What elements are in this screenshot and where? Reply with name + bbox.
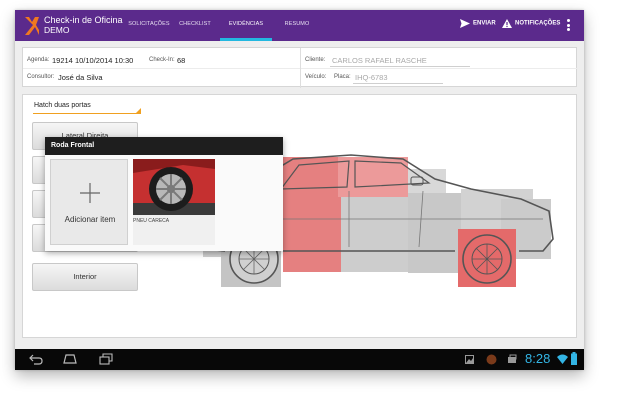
system-nav-bar: 8:28 <box>15 349 584 370</box>
veiculo-label: Veículo: <box>305 74 327 80</box>
photo-caption: PNEU CARECA <box>133 218 170 224</box>
plus-icon <box>80 183 100 203</box>
checkin-info-panel: Agenda: 19214 10/10/2014 10:30 Check-In:… <box>22 47 578 88</box>
send-icon <box>460 19 470 28</box>
evidence-popup: Roda Frontal Adicionar item PNEU CARECA <box>45 137 283 251</box>
tire-photo <box>133 159 215 215</box>
tab-checklist[interactable]: CHECKLIST <box>175 10 215 41</box>
zone-fender[interactable] <box>408 193 466 273</box>
dropdown-arrow-icon <box>136 108 141 113</box>
consultor-value: José da Silva <box>58 73 103 82</box>
checkin-value: 68 <box>177 56 186 65</box>
tab-resumo[interactable]: RESUMO <box>277 10 317 41</box>
app-notification-icon <box>486 354 497 365</box>
send-label: ENVIAR <box>473 20 496 27</box>
back-icon[interactable] <box>29 353 43 365</box>
app-logo-icon <box>25 17 39 35</box>
battery-icon <box>571 352 577 365</box>
wifi-icon <box>557 354 568 364</box>
consultor-label: Consultor: <box>27 74 55 80</box>
notifications-label: NOTIFICAÇÕES <box>515 20 561 27</box>
app-bar: Check-in de Oficina DEMO SOLICITAÇÕES CH… <box>15 10 584 41</box>
gallery-icon <box>465 355 474 364</box>
placa-field[interactable]: IHQ-6783 <box>355 73 388 82</box>
tab-evidencias[interactable]: EVIDÊNCIAS <box>220 10 272 41</box>
overflow-menu-icon[interactable] <box>567 19 571 33</box>
checkin-label: Check-In: <box>149 57 175 63</box>
evidence-photo[interactable]: PNEU CARECA <box>133 159 215 245</box>
add-item-button[interactable]: Adicionar item <box>50 159 128 245</box>
front-wheel-icon <box>462 234 512 284</box>
app-title-sub: DEMO <box>44 25 70 35</box>
popup-title: Roda Frontal <box>45 137 283 155</box>
agenda-label: Agenda: <box>27 57 50 63</box>
download-icon <box>508 354 517 363</box>
app-title-main: Check-in de Oficina <box>44 15 123 25</box>
home-icon[interactable] <box>62 354 78 364</box>
tab-solicitacoes[interactable]: SOLICITAÇÕES <box>125 10 173 41</box>
vehicle-type-select[interactable]: Hatch duas portas <box>33 102 141 114</box>
view-button-interior[interactable]: Interior <box>32 263 138 291</box>
send-button[interactable]: ENVIAR <box>460 19 496 28</box>
add-item-label: Adicionar item <box>64 215 116 224</box>
notifications-button[interactable]: NOTIFICAÇÕES <box>502 19 560 28</box>
cliente-field[interactable]: CARLOS RAFAEL RASCHE <box>332 56 427 65</box>
vehicle-type-value: Hatch duas portas <box>34 102 91 109</box>
status-clock: 8:28 <box>525 351 551 366</box>
cliente-label: Cliente: <box>305 57 326 63</box>
tablet-screen: Check-in de Oficina DEMO SOLICITAÇÕES CH… <box>15 10 584 370</box>
app-title: Check-in de Oficina DEMO <box>44 15 123 35</box>
placa-label: Placa: <box>334 74 351 80</box>
warning-icon <box>502 19 512 28</box>
agenda-value: 19214 10/10/2014 10:30 <box>52 56 134 65</box>
recent-apps-icon[interactable] <box>99 353 113 365</box>
